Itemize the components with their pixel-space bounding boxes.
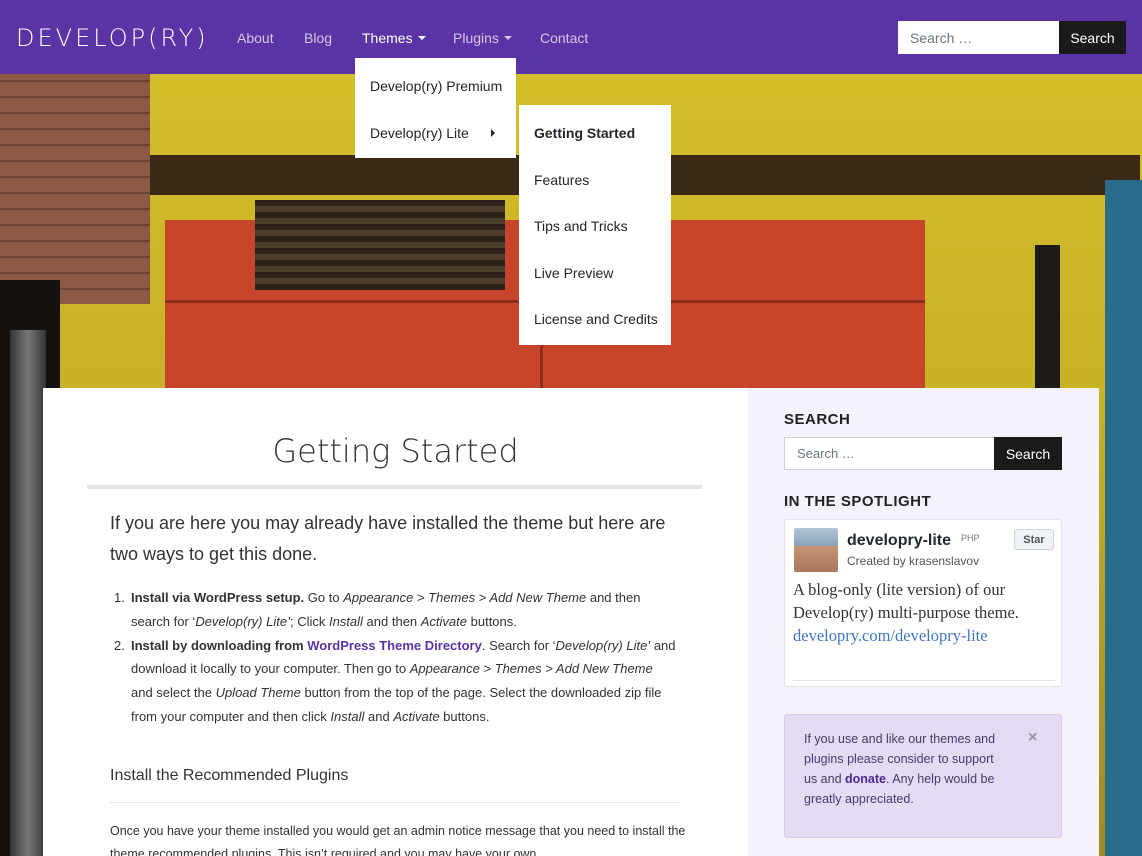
body-paragraph: Once you have your theme installed you w… [110,824,686,856]
step-emphasis: Install [330,708,365,724]
nav-search-input[interactable]: Search … [898,21,1059,54]
main-content: Getting Started If you are here you may … [43,388,748,856]
step-text: and [364,708,394,724]
sidebar-search-input[interactable]: Search … [784,437,995,470]
repo-link[interactable]: developry.com/developry-lite [793,626,988,645]
step-heading: Install by downloading from [131,637,308,653]
donate-link[interactable]: donate [845,772,886,786]
step-text: Go to [304,590,344,605]
title-divider [87,485,702,489]
section-heading: Install the Recommended Plugins [110,767,349,784]
themes-dropdown: Develop(ry) Premium Develop(ry) Lite [355,58,516,158]
nav-item-contact[interactable]: Contact [540,30,588,46]
repo-description: A blog-only (lite version) of our Develo… [793,578,1055,647]
list-item: 1. Install via WordPress setup. Go to App… [114,586,676,634]
step-emphasis: Upload Theme [215,685,301,701]
caret-right-icon [491,129,495,137]
submenu-item-live-preview[interactable]: Live Preview [534,265,613,281]
submenu-item-features[interactable]: Features [534,172,589,188]
step-emphasis: Install [328,613,363,629]
step-text: and then [362,613,421,629]
section-divider [110,802,680,803]
step-text: and select the [131,685,216,701]
donate-notice: If you use and like our themes and plugi… [784,714,1062,838]
step-text: . Search for ‘ [481,637,556,653]
hero-brick [0,74,150,304]
repo-author: Created by krasenslavov [847,554,980,568]
page-title: Getting Started [272,432,519,470]
step-emphasis: Appearance > Themes > Add New Theme [343,590,587,605]
step-text: ; Click [289,613,329,629]
repo-description-text: A blog-only (lite version) of our Develo… [793,580,1019,622]
repo-name[interactable]: developry-lite [847,532,951,550]
step-emphasis: Appearance > Themes > Add New Theme [409,661,653,677]
step-heading: Install via WordPress setup. [131,590,305,605]
hero-right-blue [1105,180,1142,856]
install-steps: 1. Install via WordPress setup. Go to App… [114,586,676,729]
step-emphasis: Activate [393,708,440,724]
notice-text: If you use and like our themes and plugi… [804,729,1004,809]
menu-item-premium[interactable]: Develop(ry) Premium [370,78,502,94]
card-divider [793,680,1055,681]
step-emphasis: Develop(ry) Lite’ [555,637,651,653]
caret-down-icon [503,36,512,40]
sidebar: SEARCH Search … Search IN THE SPOTLIGHT … [748,388,1099,856]
nav-search-button[interactable]: Search [1059,21,1126,54]
nav-item-about[interactable]: About [237,30,274,46]
step-emphasis: Develop(ry) Lite’ [195,613,290,629]
step-text: buttons. [467,613,517,629]
spotlight-widget-title: IN THE SPOTLIGHT [784,493,932,510]
nav-item-themes-label: Themes [362,30,413,46]
nav-item-themes[interactable]: Themes [362,30,426,46]
hero-pipe [10,330,46,856]
nav-item-blog[interactable]: Blog [304,30,332,46]
github-repo-card: developry-lite PHP Star Created by krase… [784,519,1062,687]
lead-paragraph: If you are here you may already have ins… [110,513,666,564]
step-emphasis: Activate [420,613,468,629]
star-button[interactable]: Star [1014,529,1054,550]
site-brand[interactable]: DEVELOP(RY) [16,24,209,52]
close-icon[interactable]: × [1028,729,1037,747]
list-number: 2. [114,637,125,653]
repo-language: PHP [961,533,980,543]
caret-down-icon [417,36,426,40]
search-widget-title: SEARCH [784,411,851,428]
list-number: 1. [114,590,125,605]
step-text: buttons. [439,708,490,724]
submenu-item-getting-started[interactable]: Getting Started [534,125,635,141]
lite-submenu: Getting Started Features Tips and Tricks… [519,105,671,345]
hero-vent [255,200,505,290]
nav-item-plugins[interactable]: Plugins [453,30,512,46]
menu-item-lite[interactable]: Develop(ry) Lite [370,125,469,141]
sidebar-search-button[interactable]: Search [994,437,1062,470]
nav-item-plugins-label: Plugins [453,30,499,46]
navbar: DEVELOP(RY) About Blog Themes Plugins Co… [0,0,1142,74]
avatar [794,528,838,572]
wordpress-directory-link[interactable]: WordPress Theme Directory [307,638,482,653]
list-item: 2. Install by downloading from WordPress … [114,634,676,729]
submenu-item-tips[interactable]: Tips and Tricks [534,218,628,234]
submenu-item-license[interactable]: License and Credits [534,311,658,327]
